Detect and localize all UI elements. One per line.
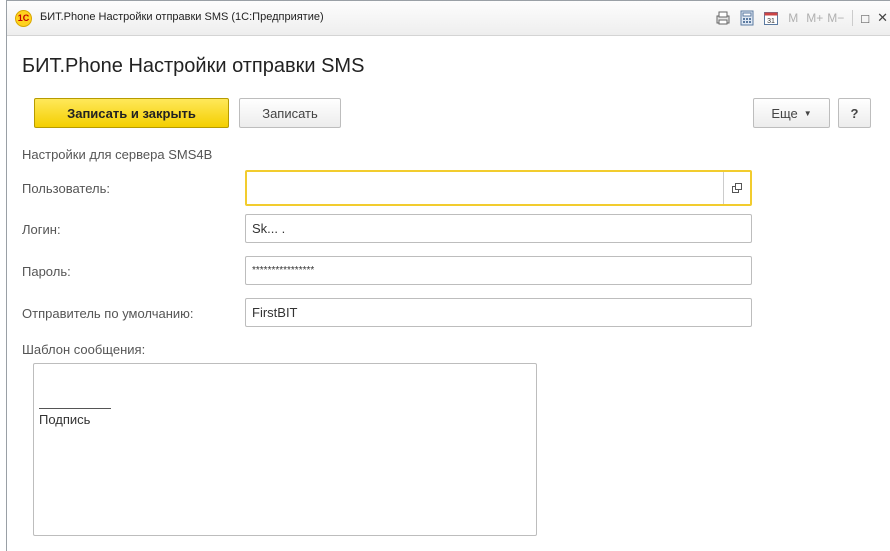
form-window: 1С БИТ.Phone Настройки отправки SMS (1С:… <box>6 0 890 551</box>
message-template-textarea[interactable]: Подпись <box>33 363 537 536</box>
sender-value: FirstBIT <box>252 305 298 320</box>
login-value: Sk... . <box>252 221 286 236</box>
calculator-icon[interactable] <box>738 9 756 27</box>
password-field[interactable]: **************** <box>245 256 752 285</box>
toolbar-divider <box>852 10 854 26</box>
svg-text:31: 31 <box>767 18 775 25</box>
user-field[interactable] <box>245 170 752 206</box>
save-and-close-label: Записать и закрыть <box>67 105 196 121</box>
sender-label: Отправитель по умолчанию: <box>22 306 194 321</box>
print-preview-icon[interactable] <box>714 9 732 27</box>
help-label: ? <box>850 105 859 121</box>
more-label: Еще <box>771 105 798 121</box>
password-value: **************** <box>252 265 315 276</box>
signature-text: Подпись <box>39 412 91 427</box>
memory-minus-button[interactable]: M− <box>827 11 844 25</box>
memory-plus-button[interactable]: M+ <box>806 11 823 25</box>
save-button[interactable]: Записать <box>239 98 341 128</box>
memory-m-button[interactable]: M <box>788 11 798 25</box>
1c-logo-icon: 1С <box>15 10 32 27</box>
help-button[interactable]: ? <box>838 98 871 128</box>
title-bar: 1С БИТ.Phone Настройки отправки SMS (1С:… <box>7 1 890 36</box>
signature-line <box>39 408 111 409</box>
maximize-button[interactable]: □ <box>861 11 869 26</box>
sender-field[interactable]: FirstBIT <box>245 298 752 327</box>
open-in-window-icon[interactable] <box>723 172 750 204</box>
more-dropdown-button[interactable]: Еще ▼ <box>753 98 830 128</box>
title-toolbar: 31 M M+ M− □ ✕ <box>708 7 890 29</box>
save-label: Записать <box>262 105 318 121</box>
user-label: Пользователь: <box>22 181 110 196</box>
server-caption: Настройки для сервера SMS4B <box>22 147 213 162</box>
password-label: Пароль: <box>22 264 71 279</box>
login-label: Логин: <box>22 222 61 237</box>
save-and-close-button[interactable]: Записать и закрыть <box>34 98 229 128</box>
close-button[interactable]: ✕ <box>877 10 888 26</box>
chevron-down-icon: ▼ <box>803 108 812 118</box>
window-title: БИТ.Phone Настройки отправки SMS (1С:Пре… <box>40 11 324 23</box>
page-title: БИТ.Phone Настройки отправки SMS <box>22 55 365 77</box>
template-label: Шаблон сообщения: <box>22 342 146 357</box>
login-field[interactable]: Sk... . <box>245 214 752 243</box>
calendar-icon[interactable]: 31 <box>762 9 780 27</box>
